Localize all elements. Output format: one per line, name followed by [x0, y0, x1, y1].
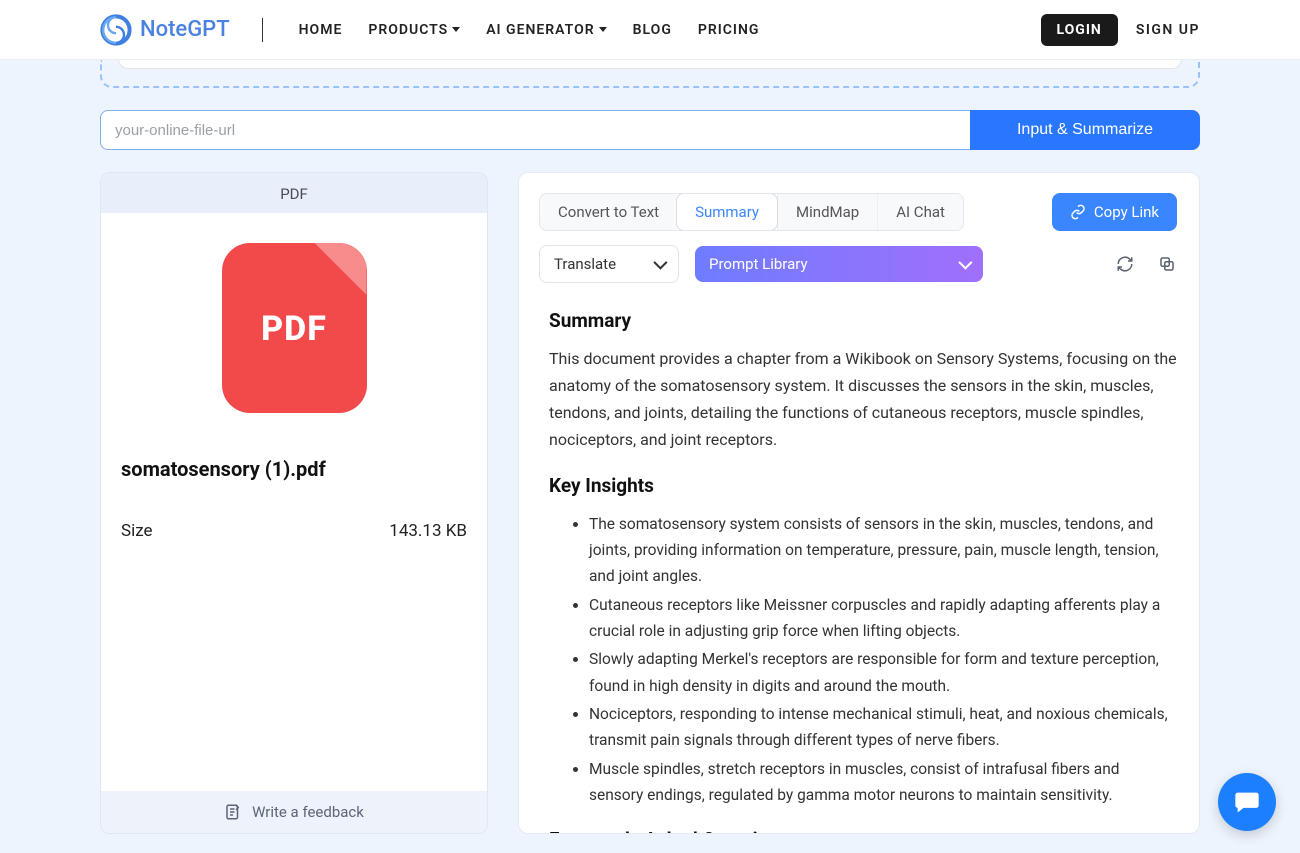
- list-item: The somatosensory system consists of sen…: [589, 511, 1177, 590]
- prompt-library-dropdown[interactable]: Prompt Library: [695, 246, 983, 282]
- header-right: LOGIN SIGN UP: [1041, 14, 1201, 46]
- file-size-value: 143.13 KB: [389, 521, 467, 541]
- tab-mindmap[interactable]: MindMap: [777, 194, 877, 230]
- chat-fab[interactable]: [1218, 773, 1276, 831]
- write-feedback-button[interactable]: Write a feedback: [101, 791, 487, 833]
- nav-products[interactable]: PRODUCTS: [368, 22, 460, 38]
- file-type-header: PDF: [101, 173, 487, 213]
- summary-content[interactable]: Summary This document provides a chapter…: [539, 299, 1189, 833]
- top-nav: HOME PRODUCTS AI GENERATOR BLOG PRICING: [299, 22, 760, 38]
- translate-dropdown[interactable]: Translate: [539, 245, 679, 283]
- tab-summary[interactable]: Summary: [676, 193, 778, 231]
- write-feedback-label: Write a feedback: [252, 803, 364, 821]
- nav-separator: [262, 18, 263, 42]
- dropzone-bottom-edge[interactable]: [100, 60, 1200, 88]
- list-item: Cutaneous receptors like Meissner corpus…: [589, 592, 1177, 645]
- file-size-label: Size: [121, 521, 153, 541]
- translate-label: Translate: [554, 255, 616, 273]
- faq-heading: Frequently Asked Questions: [549, 828, 1177, 833]
- copy-link-label: Copy Link: [1094, 203, 1159, 221]
- app-header: NoteGPT HOME PRODUCTS AI GENERATOR BLOG …: [0, 0, 1300, 60]
- list-item: Slowly adapting Merkel's receptors are r…: [589, 646, 1177, 699]
- input-summarize-button[interactable]: Input & Summarize: [970, 110, 1200, 150]
- feedback-icon: [224, 803, 242, 821]
- caret-down-icon: [599, 27, 607, 32]
- refresh-icon: [1116, 255, 1134, 273]
- key-insights-list: The somatosensory system consists of sen…: [549, 511, 1177, 809]
- signup-link[interactable]: SIGN UP: [1136, 22, 1200, 38]
- nav-blog[interactable]: BLOG: [633, 22, 672, 38]
- online-file-url-input[interactable]: [100, 110, 970, 150]
- pdf-file-icon: PDF: [222, 243, 367, 413]
- summary-paragraph: This document provides a chapter from a …: [549, 346, 1177, 454]
- file-card: PDF PDF somatosensory (1).pdf Size 143.1…: [100, 172, 488, 834]
- copy-link-button[interactable]: Copy Link: [1052, 193, 1177, 231]
- copy-icon: [1158, 255, 1176, 273]
- nav-products-label: PRODUCTS: [368, 22, 448, 38]
- refresh-button[interactable]: [1115, 254, 1135, 274]
- copy-button[interactable]: [1157, 254, 1177, 274]
- pdf-icon-text: PDF: [222, 309, 367, 349]
- prompt-library-label: Prompt Library: [709, 255, 808, 273]
- brand-name: NoteGPT: [140, 17, 230, 42]
- key-insights-heading: Key Insights: [549, 474, 1177, 497]
- file-name: somatosensory (1).pdf: [121, 457, 467, 481]
- tab-convert-to-text[interactable]: Convert to Text: [540, 194, 677, 230]
- summary-heading: Summary: [549, 309, 1177, 332]
- view-tabs: Convert to Text Summary MindMap AI Chat: [539, 193, 964, 231]
- brand-logo[interactable]: NoteGPT: [100, 14, 230, 46]
- page-body: Input & Summarize PDF PDF somatosensory …: [0, 60, 1300, 853]
- nav-ai-generator[interactable]: AI GENERATOR: [486, 22, 606, 38]
- url-input-row: Input & Summarize: [100, 110, 1200, 150]
- list-item: Nociceptors, responding to intense mecha…: [589, 701, 1177, 754]
- nav-ai-generator-label: AI GENERATOR: [486, 22, 594, 38]
- chevron-down-icon: [958, 256, 972, 270]
- nav-pricing[interactable]: PRICING: [698, 22, 760, 38]
- chat-bubble-icon: [1233, 788, 1261, 816]
- file-card-body: PDF somatosensory (1).pdf Size 143.13 KB: [101, 213, 487, 791]
- summary-panel: Convert to Text Summary MindMap AI Chat …: [518, 172, 1200, 834]
- summary-toolbar: Convert to Text Summary MindMap AI Chat …: [539, 193, 1189, 231]
- summary-subtoolbar: Translate Prompt Library: [539, 245, 1189, 283]
- file-meta: Size 143.13 KB: [121, 521, 467, 541]
- list-item: Muscle spindles, stretch receptors in mu…: [589, 756, 1177, 809]
- chevron-down-icon: [653, 256, 667, 270]
- caret-down-icon: [452, 27, 460, 32]
- link-icon: [1070, 204, 1086, 220]
- logo-swirl-icon: [100, 14, 132, 46]
- login-button[interactable]: LOGIN: [1041, 14, 1118, 46]
- tab-ai-chat[interactable]: AI Chat: [877, 194, 963, 230]
- nav-home[interactable]: HOME: [299, 22, 343, 38]
